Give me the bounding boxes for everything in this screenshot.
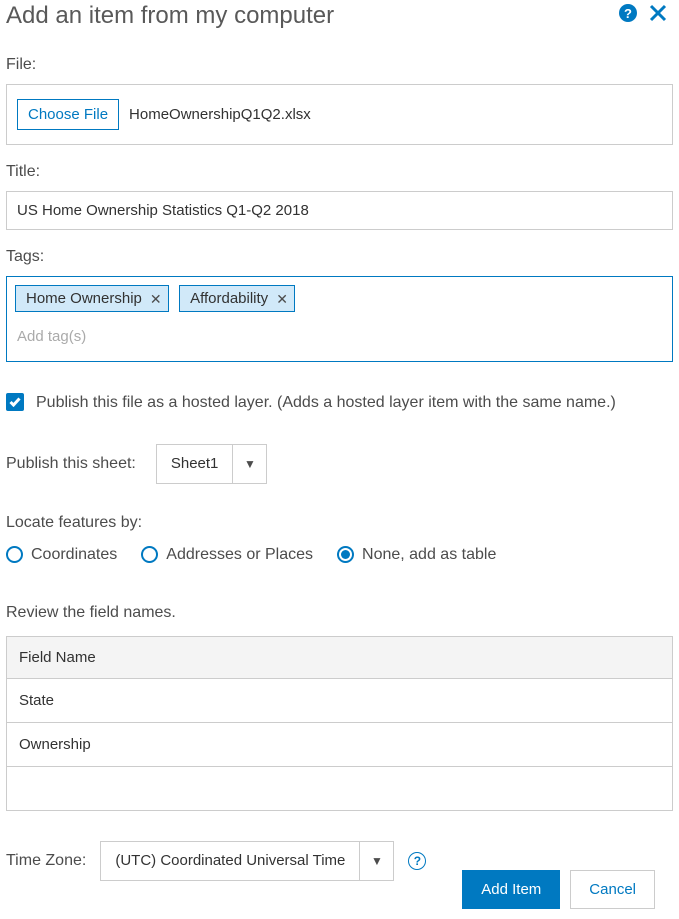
cancel-button[interactable]: Cancel	[570, 870, 655, 909]
tag-remove-icon[interactable]: ✕	[276, 292, 288, 306]
timezone-select[interactable]: (UTC) Coordinated Universal Time ▼	[100, 841, 394, 881]
title-label: Title:	[6, 163, 673, 181]
table-row	[7, 766, 673, 810]
tags-label: Tags:	[6, 248, 673, 266]
publish-checkbox-label: Publish this file as a hosted layer. (Ad…	[36, 390, 616, 416]
radio-label: None, add as table	[362, 546, 496, 564]
publish-checkbox[interactable]	[6, 393, 24, 411]
table-row: Ownership	[7, 722, 673, 766]
radio-addresses[interactable]: Addresses or Places	[141, 546, 313, 564]
info-icon[interactable]: ?	[408, 852, 426, 870]
file-picker: Choose File HomeOwnershipQ1Q2.xlsx	[6, 84, 673, 145]
fields-label: Review the field names.	[6, 604, 673, 622]
tags-input-box[interactable]: Home Ownership ✕ Affordability ✕	[6, 276, 673, 362]
dialog-body: File: Choose File HomeOwnershipQ1Q2.xlsx…	[0, 28, 679, 919]
chevron-down-icon: ▼	[232, 445, 266, 483]
dialog-title: Add an item from my computer	[6, 0, 619, 30]
locate-label: Locate features by:	[6, 514, 673, 532]
timezone-value: (UTC) Coordinated Universal Time	[101, 842, 359, 880]
timezone-label: Time Zone:	[6, 852, 86, 870]
tag-text-input[interactable]	[15, 322, 215, 351]
dialog-footer: Add Item Cancel	[462, 870, 655, 909]
tag-label: Home Ownership	[26, 290, 142, 307]
tag-label: Affordability	[190, 290, 268, 307]
radio-coordinates[interactable]: Coordinates	[6, 546, 117, 564]
table-row: State	[7, 678, 673, 722]
selected-filename: HomeOwnershipQ1Q2.xlsx	[129, 106, 311, 123]
chevron-down-icon: ▼	[359, 842, 393, 880]
table-header: Field Name	[7, 636, 673, 678]
file-label: File:	[6, 56, 673, 74]
radio-label: Addresses or Places	[166, 546, 313, 564]
tag-remove-icon[interactable]: ✕	[150, 292, 162, 306]
sheet-select[interactable]: Sheet1 ▼	[156, 444, 268, 484]
tag-chip: Affordability ✕	[179, 285, 295, 312]
tag-chip: Home Ownership ✕	[15, 285, 169, 312]
close-icon[interactable]	[647, 2, 669, 24]
sheet-select-value: Sheet1	[157, 445, 233, 483]
radio-label: Coordinates	[31, 546, 117, 564]
help-icon[interactable]: ?	[619, 4, 637, 22]
title-input[interactable]	[6, 191, 673, 230]
add-item-button[interactable]: Add Item	[462, 870, 560, 909]
publish-sheet-label: Publish this sheet:	[6, 455, 136, 473]
choose-file-button[interactable]: Choose File	[17, 99, 119, 130]
field-names-table: Field Name State Ownership	[6, 636, 673, 811]
radio-none[interactable]: None, add as table	[337, 546, 496, 564]
